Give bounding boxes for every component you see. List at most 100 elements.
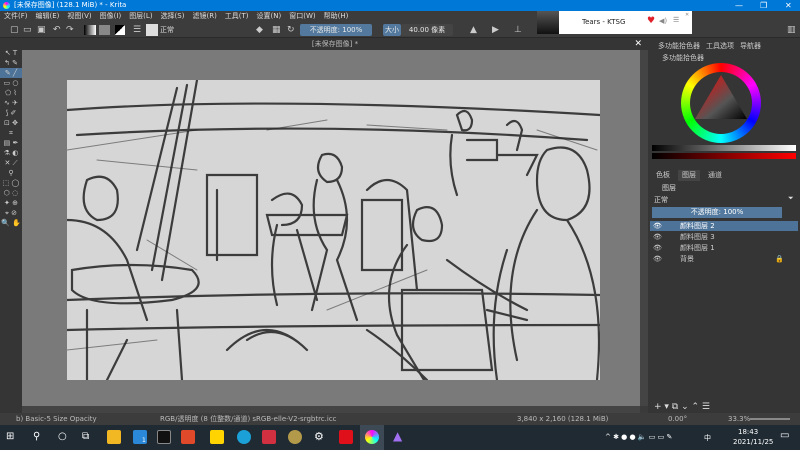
lock-icon[interactable]: 🔒 (775, 254, 784, 264)
panel-toggle-icon[interactable]: ▥ (787, 25, 796, 35)
freehand-brush-tool-icon[interactable]: ✎ ╱ (0, 68, 22, 78)
layer-row[interactable]: 颜料图层 3 👁 (650, 232, 798, 242)
saturation-slider[interactable] (652, 153, 796, 159)
minimize-button[interactable]: — (735, 0, 743, 11)
alpha-lock-icon[interactable]: ▦ (272, 25, 281, 35)
measure-tool-icon[interactable]: ⚲ (0, 168, 22, 178)
rect-select-tool-icon[interactable]: ⬚ ◯ (0, 178, 22, 188)
brush-settings-icon[interactable]: ☰ (133, 25, 141, 35)
start-icon[interactable]: ⊞ (6, 431, 14, 442)
tab-advanced-color-selector[interactable]: 多功能拾色器 (654, 41, 704, 52)
menu-file[interactable]: 文件(F) (4, 12, 28, 20)
undo-icon[interactable]: ↶ (53, 25, 61, 35)
rotation-value[interactable]: 0.00° (668, 413, 687, 425)
mirror-vertical-icon[interactable]: ▶ (492, 25, 499, 35)
mirror-horizontal-icon[interactable]: ▲ (470, 25, 477, 35)
redo-icon[interactable]: ↷ (66, 25, 74, 35)
visibility-icon[interactable]: 👁 (653, 232, 662, 242)
menu-filter[interactable]: 滤镜(R) (192, 12, 216, 20)
opacity-slider[interactable]: 不透明度: 100% (300, 24, 372, 36)
tab-tool-options[interactable]: 工具选项 (702, 41, 738, 52)
wrap-around-icon[interactable]: ⊥ (514, 25, 522, 35)
clock-time[interactable]: 18:43 (738, 428, 758, 436)
menu-settings[interactable]: 设置(N) (257, 12, 282, 20)
menu-window[interactable]: 窗口(W) (289, 12, 315, 20)
rectangle-tool-icon[interactable]: ▭ ○ (0, 78, 22, 88)
menu-view[interactable]: 视图(V) (67, 12, 91, 20)
transform-tool-icon[interactable]: ⊡ ✥ (0, 118, 22, 128)
ime-indicator[interactable]: 中 (704, 433, 711, 443)
edge-icon[interactable] (237, 430, 251, 444)
reload-icon[interactable]: ↻ (287, 25, 295, 35)
document-tab[interactable]: [未保存图像] * ✕ (22, 38, 648, 50)
layer-row[interactable]: 颜料图层 1 👁 (650, 243, 798, 253)
app-icon-4[interactable] (339, 430, 353, 444)
visibility-icon[interactable]: 👁 (653, 221, 662, 231)
filter-icon[interactable]: ⏷ (788, 194, 794, 203)
layer-row[interactable]: 背景 👁 🔒 (650, 254, 798, 264)
vertical-scrollbar[interactable] (640, 50, 648, 406)
app-icon-5[interactable]: ▲ (393, 429, 402, 443)
menu-image[interactable]: 图像(I) (100, 12, 122, 20)
zoom-value[interactable]: 33.3% (728, 413, 750, 425)
menu-select[interactable]: 选择(S) (161, 12, 185, 20)
similar-select-tool-icon[interactable]: ✦ ⊕ (0, 198, 22, 208)
eraser-icon[interactable]: ◆ (256, 25, 263, 35)
clock-date[interactable]: 2021/11/25 (733, 438, 773, 446)
zoom-slider[interactable] (750, 418, 790, 420)
color-wheel[interactable] (681, 63, 761, 143)
fill-tool-icon[interactable]: ⚗ ◐ (0, 148, 22, 158)
open-file-icon[interactable]: ▭ (23, 25, 32, 35)
polygon-select-tool-icon[interactable]: ⬡ ◌ (0, 188, 22, 198)
tab-channels[interactable]: 通道 (704, 170, 726, 181)
tab-palette[interactable]: 色板 (652, 170, 674, 181)
magnetic-select-tool-icon[interactable]: ⌖ ⊘ (0, 208, 22, 218)
layer-opacity-slider[interactable]: 不透明度: 100% (652, 207, 782, 218)
visibility-icon[interactable]: 👁 (653, 243, 662, 253)
bezier-tool-icon[interactable]: ∿ ✈ (0, 98, 22, 108)
terminal-icon[interactable] (157, 430, 171, 444)
zoom-pan-tool-icon[interactable]: 🔍 ✋ (0, 218, 22, 228)
new-file-icon[interactable]: ▢ (10, 25, 19, 35)
media-close-icon[interactable]: ✕ (685, 12, 689, 18)
cortana-icon[interactable]: ○ (58, 431, 67, 442)
volume-icon[interactable]: ◀) (659, 17, 667, 25)
playlist-icon[interactable]: ☰ (673, 16, 679, 24)
horizontal-scrollbar[interactable] (22, 406, 640, 413)
close-button[interactable]: ✕ (785, 0, 792, 11)
color-triangle[interactable] (693, 75, 749, 131)
tab-navigator[interactable]: 导航器 (736, 41, 765, 52)
app-icon-2[interactable] (262, 430, 276, 444)
heart-icon[interactable]: ♥ (647, 16, 655, 26)
search-icon[interactable]: ⚲ (33, 431, 40, 442)
close-document-icon[interactable]: ✕ (634, 38, 642, 50)
save-icon[interactable]: ▣ (37, 25, 46, 35)
app-icon-3[interactable] (288, 430, 302, 444)
app-icon-1[interactable] (181, 430, 195, 444)
mail-icon[interactable]: 1 (133, 430, 147, 444)
dynamic-brush-tool-icon[interactable]: ⟆ ✐ (0, 108, 22, 118)
tab-layers[interactable]: 图层 (678, 170, 700, 181)
brush-preset-icon[interactable] (146, 24, 158, 36)
layer-blend-mode-select[interactable]: 正常 (654, 195, 668, 205)
gradient-selector[interactable] (84, 25, 96, 35)
color-swatch[interactable] (115, 25, 125, 35)
edit-shape-tool-icon[interactable]: ↰ ✎ (0, 58, 22, 68)
menu-help[interactable]: 帮助(H) (324, 12, 349, 20)
assistant-tool-icon[interactable]: ✕ ⟋ (0, 158, 22, 168)
polygon-tool-icon[interactable]: ⬠ ⌇ (0, 88, 22, 98)
pattern-selector[interactable] (99, 25, 110, 35)
file-explorer-icon[interactable] (107, 430, 121, 444)
select-shape-tool-icon[interactable]: ↖ T (0, 48, 22, 58)
size-slider[interactable]: 40.00 像素 (401, 24, 453, 36)
maximize-button[interactable]: ❐ (760, 0, 767, 11)
settings-icon[interactable]: ⚙ (314, 430, 324, 443)
task-view-icon[interactable]: ⧉ (82, 431, 89, 442)
crop-tool-icon[interactable]: ⌗ (0, 128, 22, 138)
layer-row[interactable]: 颜料图层 2 👁 (650, 221, 798, 231)
notification-icon[interactable]: ▭ (780, 430, 789, 441)
visibility-icon[interactable]: 👁 (653, 254, 662, 264)
menu-layer[interactable]: 图层(L) (129, 12, 152, 20)
sketch-canvas[interactable] (67, 80, 600, 380)
layer-actions[interactable]: + ▾ ⧉ ⌄ ⌃ ☰ (654, 402, 710, 412)
